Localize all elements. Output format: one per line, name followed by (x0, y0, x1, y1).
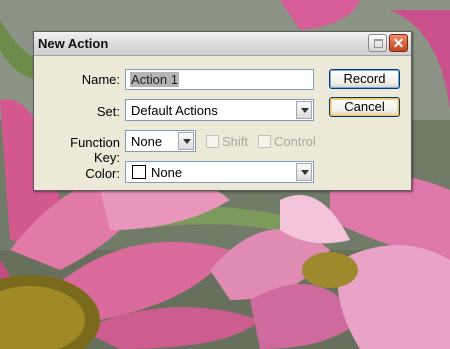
function-key-label: Function Key: (70, 135, 120, 165)
record-button[interactable]: Record (329, 69, 400, 89)
color-label: Color: (85, 166, 120, 181)
control-checkbox[interactable]: Control (258, 134, 316, 149)
name-input[interactable]: Action 1 (125, 69, 314, 90)
restore-button[interactable] (368, 34, 387, 52)
dialog-title: New Action (38, 36, 109, 51)
name-input-value: Action 1 (130, 72, 179, 87)
shift-checkbox-box[interactable] (206, 135, 219, 148)
color-dropdown-value: None (151, 165, 183, 180)
restore-icon (374, 39, 383, 48)
cancel-button[interactable]: Cancel (329, 97, 400, 117)
shift-checkbox-label: Shift (222, 134, 249, 149)
set-dropdown-value: Default Actions (131, 103, 218, 118)
control-checkbox-box[interactable] (258, 135, 271, 148)
function-key-value: None (131, 134, 163, 149)
close-button[interactable]: ✕ (389, 34, 408, 52)
set-dropdown[interactable]: Default Actions (125, 99, 314, 121)
set-label: Set: (96, 104, 120, 119)
title-bar[interactable]: New Action ✕ (34, 32, 411, 56)
shift-checkbox[interactable]: Shift (206, 134, 248, 149)
chevron-down-icon[interactable] (178, 132, 194, 150)
name-label: Name: (81, 72, 120, 87)
control-checkbox-label: Control (274, 134, 316, 149)
new-action-dialog: New Action ✕ Name: Action 1 Set: Default… (33, 31, 412, 191)
color-swatch (132, 165, 146, 179)
chevron-down-icon[interactable] (296, 163, 312, 181)
color-dropdown[interactable]: None (125, 161, 314, 183)
close-icon: ✕ (392, 35, 405, 51)
function-key-dropdown[interactable]: None (125, 130, 196, 152)
dialog-body: Name: Action 1 Set: Default Actions Func… (34, 56, 411, 190)
chevron-down-icon[interactable] (296, 101, 312, 119)
